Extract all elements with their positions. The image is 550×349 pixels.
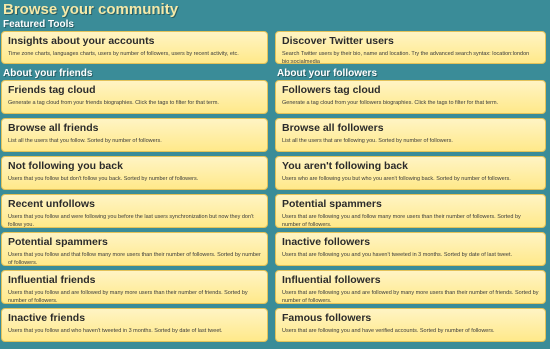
card-discover-twitter-users[interactable]: Discover Twitter users Search Twitter us… [275, 31, 546, 64]
card-title: Followers tag cloud [282, 84, 381, 96]
card-potential-spammers-friends[interactable]: Potential spammers Users that you follow… [1, 232, 268, 266]
card-description: Users that are following you and are fol… [282, 290, 539, 304]
card-famous-followers[interactable]: Famous followers Users that are followin… [275, 308, 546, 342]
section-heading-featured: Featured Tools [3, 19, 74, 30]
card-title: Insights about your accounts [8, 35, 155, 47]
card-title: Potential spammers [282, 198, 382, 210]
card-description: Search Twitter users by their bio, name … [282, 51, 530, 64]
card-title: Inactive friends [8, 312, 86, 324]
card-description: Users that you follow and that follow ma… [8, 252, 261, 266]
card-title: Potential spammers [8, 236, 108, 248]
card-description: Users that are following you and you hav… [282, 252, 513, 258]
card-description: Time zone charts, languages charts, user… [8, 51, 239, 57]
card-browse-all-followers[interactable]: Browse all followers List all the users … [275, 118, 546, 152]
card-followers-tag-cloud[interactable]: Followers tag cloud Generate a tag cloud… [275, 80, 546, 114]
card-friends-tag-cloud[interactable]: Friends tag cloud Generate a tag cloud f… [1, 80, 268, 114]
card-insights-accounts[interactable]: Insights about your accounts Time zone c… [1, 31, 268, 64]
card-not-following-you-back[interactable]: Not following you back Users that you fo… [1, 156, 268, 190]
card-description: Generate a tag cloud from your followers… [282, 100, 499, 106]
card-title: You aren't following back [282, 160, 408, 172]
card-title: Recent unfollows [8, 198, 95, 210]
card-description: Users who are following you but who you … [282, 176, 511, 182]
card-influential-friends[interactable]: Influential friends Users that you follo… [1, 270, 268, 304]
card-title: Inactive followers [282, 236, 371, 248]
card-inactive-friends[interactable]: Inactive friends Users that you follow a… [1, 308, 268, 342]
card-description: Users that you follow and who haven't tw… [8, 328, 223, 334]
card-browse-all-friends[interactable]: Browse all friends List all the users th… [1, 118, 268, 152]
page-title: Browse your community [3, 1, 179, 18]
card-title: Influential followers [282, 274, 381, 286]
card-title: Browse all followers [282, 122, 384, 134]
card-title: Not following you back [8, 160, 123, 172]
card-description: Users that you follow and are followed b… [8, 290, 248, 304]
card-influential-followers[interactable]: Influential followers Users that are fol… [275, 270, 546, 304]
card-description: List all the users that you follow. Sort… [8, 138, 162, 144]
card-title: Friends tag cloud [8, 84, 96, 96]
card-description: Users that you follow but don't follow y… [8, 176, 199, 182]
card-description: Generate a tag cloud from your friends b… [8, 100, 219, 106]
card-title: Famous followers [282, 312, 372, 324]
card-description: Users that are following you and have ve… [282, 328, 495, 334]
card-title: Browse all friends [8, 122, 99, 134]
section-heading-followers: About your followers [277, 68, 377, 79]
card-title: Influential friends [8, 274, 96, 286]
card-you-arent-following-back[interactable]: You aren't following back Users who are … [275, 156, 546, 190]
section-heading-friends: About your friends [3, 68, 93, 79]
card-potential-spammers-followers[interactable]: Potential spammers Users that are follow… [275, 194, 546, 228]
card-recent-unfollows[interactable]: Recent unfollows Users that you follow a… [1, 194, 268, 228]
card-description: List all the users that are following yo… [282, 138, 453, 144]
card-inactive-followers[interactable]: Inactive followers Users that are follow… [275, 232, 546, 266]
card-title: Discover Twitter users [282, 35, 394, 47]
card-description: Users that you follow and were following… [8, 214, 254, 228]
card-description: Users that are following you and follow … [282, 214, 521, 228]
